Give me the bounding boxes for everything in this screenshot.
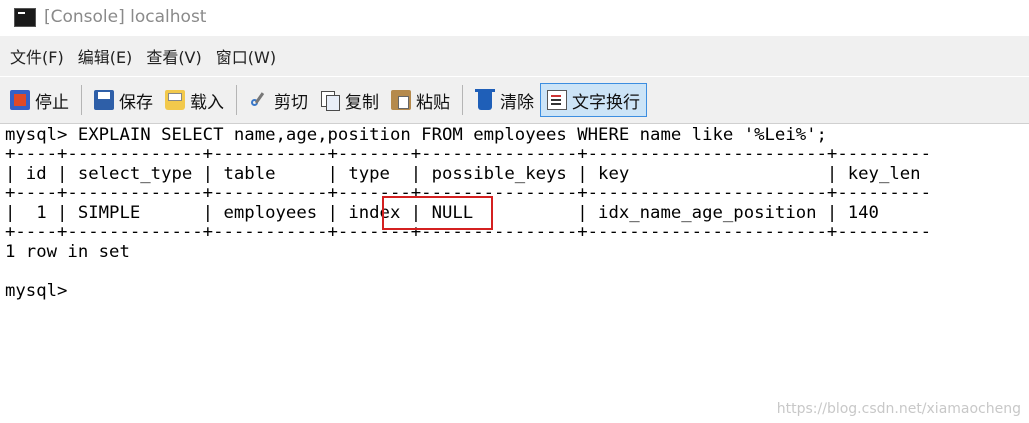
stop-label: 停止 xyxy=(35,92,69,113)
load-button[interactable]: 载入 xyxy=(159,84,230,116)
title-bar: [Console] localhost xyxy=(0,0,1029,34)
paste-label: 粘贴 xyxy=(416,92,450,113)
menu-bar: 文件(F) 编辑(E) 查看(V) 窗口(W) xyxy=(0,36,1029,76)
cut-label: 剪切 xyxy=(274,92,308,113)
stop-icon xyxy=(10,90,30,110)
word-wrap-toggle[interactable]: 文字换行 xyxy=(540,83,647,117)
trash-icon xyxy=(475,89,495,110)
word-wrap-label: 文字换行 xyxy=(572,92,640,113)
save-label: 保存 xyxy=(119,92,153,113)
toolbar-separator xyxy=(236,85,237,115)
save-button[interactable]: 保存 xyxy=(88,84,159,116)
console-icon xyxy=(14,7,36,27)
table-header-row: | id | select_type | table | type | poss… xyxy=(5,164,921,184)
copy-button[interactable]: 复制 xyxy=(314,84,385,116)
result-summary: 1 row in set xyxy=(5,242,130,262)
copy-label: 复制 xyxy=(345,92,379,113)
scissors-icon xyxy=(249,90,269,110)
paste-button[interactable]: 粘贴 xyxy=(385,84,456,116)
menu-file[interactable]: 文件(F) xyxy=(10,44,64,68)
folder-icon xyxy=(165,90,185,110)
stop-button[interactable]: 停止 xyxy=(4,84,75,116)
toolbar-separator xyxy=(81,85,82,115)
toolbar-separator xyxy=(462,85,463,115)
toolbar: 停止 保存 载入 剪切 复制 粘贴 清除 文字换行 xyxy=(0,77,1029,124)
menu-view[interactable]: 查看(V) xyxy=(146,44,201,68)
watermark: https://blog.csdn.net/xiamaocheng xyxy=(776,401,1021,417)
save-icon xyxy=(94,90,114,110)
copy-icon xyxy=(320,90,340,111)
console-output[interactable]: mysql> EXPLAIN SELECT name,age,position … xyxy=(0,124,1029,423)
clipboard-icon xyxy=(391,90,411,110)
menu-edit[interactable]: 编辑(E) xyxy=(78,44,133,68)
cut-button[interactable]: 剪切 xyxy=(243,84,314,116)
mysql-prompt: mysql> xyxy=(5,281,68,301)
clear-button[interactable]: 清除 xyxy=(469,84,540,116)
word-wrap-icon xyxy=(547,90,567,110)
window-title: [Console] localhost xyxy=(44,7,207,27)
type-index-highlight xyxy=(382,196,493,230)
console-command-line: mysql> EXPLAIN SELECT name,age,position … xyxy=(5,125,827,145)
load-label: 载入 xyxy=(190,92,224,113)
clear-label: 清除 xyxy=(500,92,534,113)
menu-window[interactable]: 窗口(W) xyxy=(216,44,276,68)
table-border-top: +----+-------------+-----------+-------+… xyxy=(5,144,931,164)
